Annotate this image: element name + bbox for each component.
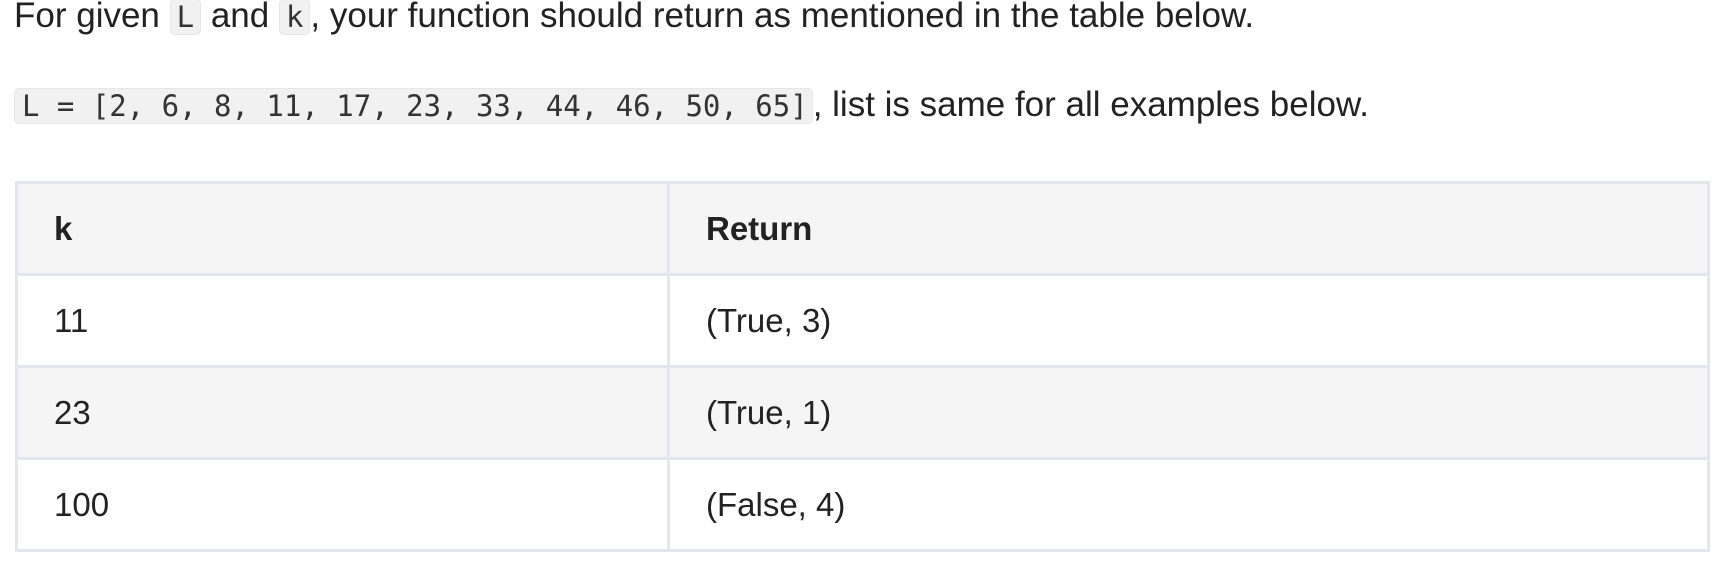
intro-text-2: and — [201, 0, 279, 35]
cell-k: 23 — [15, 365, 670, 460]
cell-return: (True, 3) — [667, 273, 1710, 368]
table-header-row: k Return — [15, 181, 1710, 276]
table-row: 23 (True, 1) — [15, 365, 1710, 460]
cell-k: 100 — [15, 457, 670, 552]
list-paragraph: L = [2, 6, 8, 11, 17, 23, 33, 44, 46, 50… — [14, 81, 1369, 130]
cell-return: (False, 4) — [667, 457, 1710, 552]
code-k: k — [278, 0, 311, 35]
table-row: 100 (False, 4) — [15, 457, 1710, 552]
code-L: L — [169, 0, 202, 35]
examples-table: k Return 11 (True, 3) 23 (True, 1) 100 (… — [15, 181, 1710, 552]
header-k: k — [15, 181, 670, 276]
intro-paragraph: For given L and k, your function should … — [14, 0, 1254, 41]
list-text: , list is same for all examples below. — [812, 85, 1370, 124]
intro-text-1: For given — [14, 0, 170, 35]
list-code: L = [2, 6, 8, 11, 17, 23, 33, 44, 46, 50… — [14, 88, 813, 124]
header-return: Return — [667, 181, 1710, 276]
cell-return: (True, 1) — [667, 365, 1710, 460]
intro-text-3: , your function should return as mention… — [310, 0, 1255, 35]
cell-k: 11 — [15, 273, 670, 368]
table-row: 11 (True, 3) — [15, 273, 1710, 368]
